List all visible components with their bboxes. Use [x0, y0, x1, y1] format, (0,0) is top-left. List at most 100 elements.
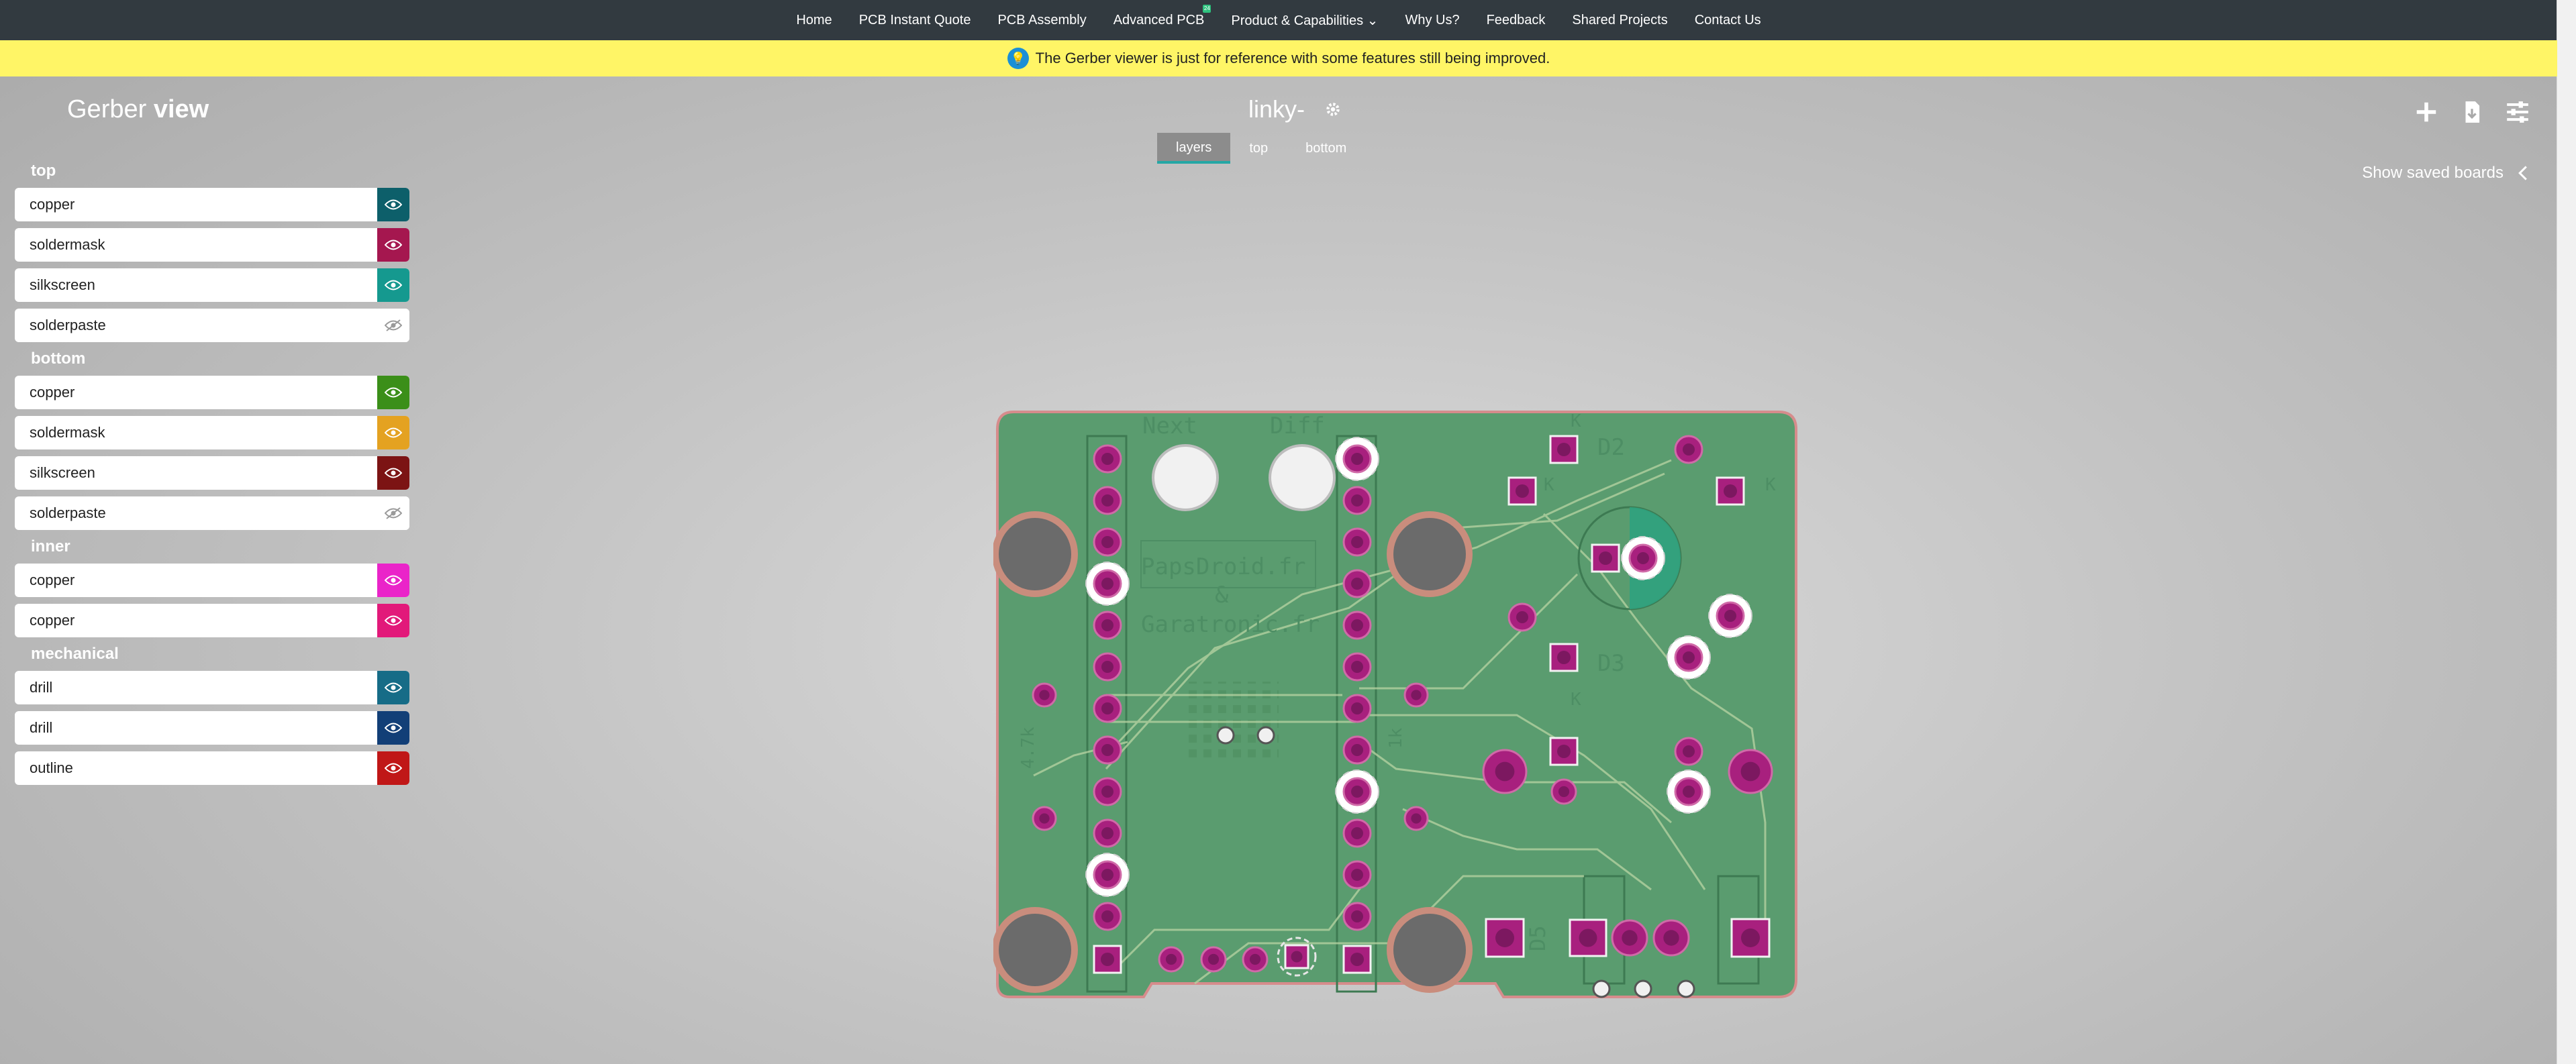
layers-panel: top copper soldermask silkscreen solderpaste…	[15, 161, 409, 792]
nav-item-1[interactable]: PCB Instant Quote	[846, 13, 985, 28]
nav-item-2[interactable]: PCB Assembly	[984, 13, 1099, 28]
npth-hole	[1269, 444, 1336, 511]
tab-bottom[interactable]: bottom	[1287, 133, 1365, 164]
layer-row-top-silkscreen[interactable]: silkscreen	[15, 268, 409, 302]
layer-label: silkscreen	[30, 464, 95, 481]
layer-row-bottom-copper[interactable]: copper	[15, 376, 409, 409]
pad-drill	[1683, 443, 1695, 456]
pad-drill	[1683, 786, 1695, 798]
download-icon[interactable]	[2459, 99, 2485, 125]
tab-top[interactable]: top	[1230, 133, 1287, 164]
pad-drill	[1683, 651, 1695, 663]
layer-row-mechanical-drill[interactable]: drill	[15, 711, 409, 745]
nav-item-6[interactable]: Feedback	[1473, 13, 1559, 28]
layer-row-top-solderpaste[interactable]: solderpaste	[15, 309, 409, 342]
layer-label: soldermask	[30, 424, 105, 441]
eye-icon[interactable]	[377, 671, 409, 704]
mounting-hole	[1393, 914, 1466, 986]
nav-item-0[interactable]: Home	[783, 13, 845, 28]
eye-icon[interactable]	[377, 228, 409, 262]
layer-row-bottom-soldermask[interactable]: soldermask	[15, 416, 409, 449]
layer-label: solderpaste	[30, 317, 106, 333]
layer-row-inner-copper[interactable]: copper	[15, 604, 409, 637]
pad-drill	[1724, 610, 1736, 622]
silk-text: 1k	[1386, 727, 1406, 749]
silk-text: K	[1544, 475, 1554, 495]
nav-item-4[interactable]: Product & Capabilities ⌄	[1218, 12, 1391, 29]
pad-drill	[1351, 619, 1363, 631]
layer-row-bottom-silkscreen[interactable]: silkscreen	[15, 456, 409, 490]
pad-drill	[1101, 869, 1113, 881]
eye-icon[interactable]	[377, 456, 409, 490]
pad-drill	[1579, 928, 1597, 947]
pad-drill	[1599, 551, 1612, 565]
eye-icon[interactable]	[377, 188, 409, 221]
layer-row-inner-copper[interactable]: copper	[15, 564, 409, 597]
lightbulb-icon: 💡	[1007, 48, 1029, 69]
pad-drill	[1101, 661, 1113, 673]
eye-icon[interactable]	[377, 564, 409, 597]
eye-icon[interactable]	[377, 268, 409, 302]
eye-off-icon[interactable]	[377, 496, 409, 530]
pad-drill	[1663, 930, 1679, 946]
eye-icon[interactable]	[377, 711, 409, 745]
gear-icon[interactable]	[1324, 101, 1342, 118]
pad-drill	[1351, 827, 1363, 839]
pad-drill	[1101, 619, 1113, 631]
nav-item-5[interactable]: Why Us?	[1391, 13, 1473, 28]
view-tabs: layers top bottom	[1157, 133, 1365, 164]
page-scrollbar[interactable]	[2557, 0, 2576, 1064]
via	[1216, 726, 1235, 745]
layer-row-mechanical-drill[interactable]: drill	[15, 671, 409, 704]
eye-icon[interactable]	[377, 376, 409, 409]
pad-drill	[1351, 578, 1363, 590]
notice-text: The Gerber viewer is just for reference …	[1035, 50, 1550, 66]
layer-label: solderpaste	[30, 504, 106, 521]
silk-text: &	[1215, 582, 1229, 608]
pad-drill	[1351, 536, 1363, 548]
pad-drill	[1557, 443, 1571, 456]
nav-item-7[interactable]: Shared Projects	[1558, 13, 1681, 28]
mounting-hole	[999, 518, 1071, 590]
pcb-render[interactable]: Next Diff PapsDroid.fr & Garatronic.fr D2 D3 D5…	[992, 407, 1807, 1001]
eye-icon[interactable]	[377, 751, 409, 785]
layer-row-bottom-solderpaste[interactable]: solderpaste	[15, 496, 409, 530]
pad-drill	[1724, 484, 1737, 498]
nav-item-8[interactable]: Contact Us	[1681, 13, 1775, 28]
silk-text: D3	[1597, 650, 1625, 677]
pad-drill	[1741, 928, 1760, 947]
eye-off-icon[interactable]	[377, 309, 409, 342]
silk-text: D2	[1597, 434, 1625, 461]
mounting-hole	[999, 914, 1071, 986]
layer-row-top-soldermask[interactable]: soldermask	[15, 228, 409, 262]
eye-icon[interactable]	[377, 604, 409, 637]
pcb-board-svg[interactable]: Next Diff PapsDroid.fr& Garatronic.fr D2 D3 D5…	[992, 407, 1807, 1001]
layer-group-title-bottom: bottom	[31, 350, 86, 368]
beta-notice-banner: 💡 The Gerber viewer is just for referenc…	[0, 40, 2557, 76]
pad-drill	[1411, 690, 1422, 700]
pad-drill	[1291, 951, 1303, 963]
show-saved-boards-toggle[interactable]: Show saved boards	[2362, 164, 2529, 182]
layer-label: drill	[30, 679, 53, 696]
settings-sliders-icon[interactable]	[2505, 99, 2530, 125]
layer-row-top-copper[interactable]: copper	[15, 188, 409, 221]
via	[1634, 979, 1652, 998]
tab-layers[interactable]: layers	[1157, 133, 1231, 164]
nav-item-3[interactable]: Advanced PCB 24	[1100, 4, 1218, 28]
pad-drill	[1740, 761, 1761, 782]
pad-drill	[1101, 536, 1113, 548]
pad-drill	[1351, 786, 1363, 798]
pad-drill	[1351, 869, 1363, 881]
add-icon[interactable]	[2414, 99, 2439, 125]
pad-drill	[1165, 953, 1177, 965]
pad-drill	[1411, 813, 1422, 824]
eye-icon[interactable]	[377, 416, 409, 449]
layer-label: copper	[30, 612, 75, 629]
saved-boards-label: Show saved boards	[2362, 164, 2504, 182]
via	[1592, 979, 1611, 998]
pad-drill	[1637, 552, 1649, 564]
via	[1256, 726, 1275, 745]
silk-text: K	[1571, 411, 1581, 431]
layer-row-mechanical-outline[interactable]: outline	[15, 751, 409, 785]
silk-text: 4.7k	[1018, 727, 1038, 769]
